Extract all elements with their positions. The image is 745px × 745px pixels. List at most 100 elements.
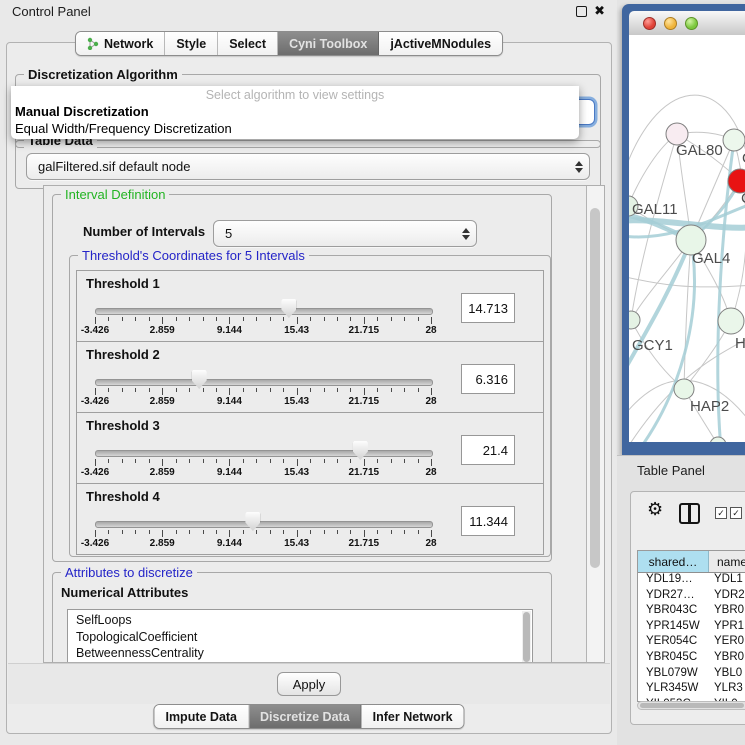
table-horizontal-scrollbar[interactable]: [637, 701, 745, 710]
table-header-shared-name[interactable]: shared…: [638, 551, 709, 572]
network-node[interactable]: [723, 129, 745, 151]
slider-track[interactable]: [95, 521, 433, 528]
cell-shared-name[interactable]: YBR045C: [638, 651, 708, 667]
slider-thumb[interactable]: [192, 370, 207, 389]
cell-shared-name[interactable]: YBR043C: [638, 604, 708, 620]
threshold-value-field[interactable]: 14.713: [461, 293, 515, 323]
slider-tick-label: -3.426: [81, 325, 109, 336]
algorithm-placeholder-option[interactable]: Select algorithm to view settings: [11, 88, 579, 102]
number-of-intervals-combobox[interactable]: 5: [213, 220, 477, 247]
cell-name[interactable]: YBR0: [708, 651, 745, 667]
cell-shared-name[interactable]: YDR27…: [638, 589, 708, 605]
table-header-name[interactable]: name: [709, 551, 745, 572]
checkbox-icon[interactable]: ✓: [730, 507, 742, 519]
slider-thumb[interactable]: [281, 299, 296, 318]
threshold-value-field[interactable]: 21.4: [461, 435, 515, 465]
slider-tick: [418, 388, 419, 392]
network-node[interactable]: [710, 437, 726, 442]
attribute-item[interactable]: BetweennessCentrality: [68, 645, 532, 662]
slider-tick: [149, 459, 150, 463]
network-node-label: GCY1: [632, 337, 673, 354]
table-row[interactable]: YER054CYER0: [638, 635, 745, 651]
cell-shared-name[interactable]: YLR345W: [638, 682, 708, 698]
table-row[interactable]: YBL079WYBL0: [638, 667, 745, 683]
cell-shared-name[interactable]: YER054C: [638, 635, 708, 651]
slider-tick: [324, 459, 325, 463]
network-node[interactable]: [674, 379, 694, 399]
gear-icon[interactable]: ⚙: [647, 500, 663, 520]
table-row[interactable]: YBR045CYBR0: [638, 651, 745, 667]
threshold-panel-1: Threshold 1-3.4262.8599.14415.4321.71528…: [76, 270, 544, 342]
cell-shared-name[interactable]: YDL19…: [638, 573, 708, 589]
slider-tick: [162, 530, 163, 537]
slider-tick-label: 9.144: [217, 538, 242, 549]
slider-tick: [324, 530, 325, 534]
table-row[interactable]: YBR043CYBR0: [638, 604, 745, 620]
float-window-icon[interactable]: [576, 6, 587, 17]
cell-name[interactable]: YER0: [708, 635, 745, 651]
network-icon: [87, 37, 99, 50]
slider-tick: [135, 530, 136, 534]
attribute-item[interactable]: TopologicalCoefficient: [68, 629, 532, 646]
checkbox-icon[interactable]: ✓: [715, 507, 727, 519]
slider-thumb[interactable]: [353, 441, 368, 460]
cell-name[interactable]: YDL1: [708, 573, 745, 589]
attribute-item[interactable]: SelfLoops: [68, 610, 532, 629]
slider-tick: [162, 317, 163, 324]
close-icon[interactable]: ✖: [594, 3, 605, 19]
split-columns-icon[interactable]: [679, 503, 700, 524]
slider-tick: [297, 459, 298, 466]
slider-tick-label: 15.43: [284, 538, 309, 549]
algorithm-option-equal-width[interactable]: Equal Width/Frequency Discretization: [15, 121, 232, 136]
slider-track[interactable]: [95, 308, 433, 315]
table-row[interactable]: YDR27…YDR2: [638, 589, 745, 605]
network-canvas[interactable]: GAL80GCGAL11GAL4GCY1HHAP2: [629, 35, 745, 442]
slider-tick: [229, 317, 230, 324]
tab-impute-data[interactable]: Impute Data: [154, 705, 249, 728]
cell-name[interactable]: YPR1: [708, 620, 745, 636]
cell-name[interactable]: YDR2: [708, 589, 745, 605]
cell-name[interactable]: YBL0: [708, 667, 745, 683]
threshold-value-field[interactable]: 11.344: [461, 506, 515, 536]
cell-name[interactable]: YBR0: [708, 604, 745, 620]
slider-thumb[interactable]: [245, 512, 260, 531]
tab-style[interactable]: Style: [165, 32, 218, 55]
slider-track[interactable]: [95, 379, 433, 386]
slider-tick-label: 15.43: [284, 396, 309, 407]
table-data-combobox[interactable]: galFiltered.sif default node: [26, 153, 590, 180]
vertical-scrollbar[interactable]: [586, 186, 604, 662]
table-row[interactable]: YDL19…YDL1: [638, 573, 745, 589]
cell-name[interactable]: YLR3: [708, 682, 745, 698]
slider-tick-label: 2.859: [150, 538, 175, 549]
slider-tick: [149, 530, 150, 534]
slider-tick: [350, 530, 351, 534]
algorithm-option-manual[interactable]: Manual Discretization: [15, 104, 149, 119]
slider-tick: [122, 459, 123, 463]
slider-track[interactable]: [95, 450, 433, 457]
table-row[interactable]: YPR145WYPR1: [638, 620, 745, 636]
threshold-value-field[interactable]: 6.316: [461, 364, 515, 394]
network-node[interactable]: [718, 308, 744, 334]
threshold-label: Threshold 2: [86, 347, 160, 362]
apply-button[interactable]: Apply: [277, 672, 341, 696]
minimize-traffic-light[interactable]: [664, 17, 677, 30]
table-row[interactable]: YLR345WYLR3: [638, 682, 745, 698]
cell-shared-name[interactable]: YPR145W: [638, 620, 708, 636]
slider-tick: [431, 317, 432, 324]
slider-tick: [243, 317, 244, 321]
combo-stepper-icon: [456, 228, 476, 240]
tab-jactivemnodules[interactable]: jActiveMNodules: [379, 32, 502, 55]
cell-shared-name[interactable]: YBL079W: [638, 667, 708, 683]
zoom-traffic-light[interactable]: [685, 17, 698, 30]
network-node[interactable]: [629, 311, 640, 329]
tab-infer-network[interactable]: Infer Network: [362, 705, 464, 728]
tab-discretize-data[interactable]: Discretize Data: [249, 705, 362, 728]
threshold-panel-4: Threshold 4-3.4262.8599.14415.4321.71528…: [76, 483, 544, 555]
vertical-scrollbar-thumb[interactable]: [590, 208, 600, 568]
attributes-list-scrollbar[interactable]: [522, 611, 531, 663]
tab-cyni-toolbox[interactable]: Cyni Toolbox: [278, 32, 379, 55]
tab-label: Infer Network: [373, 710, 453, 724]
tab-network[interactable]: Network: [76, 32, 165, 55]
close-traffic-light[interactable]: [643, 17, 656, 30]
tab-select[interactable]: Select: [218, 32, 278, 55]
